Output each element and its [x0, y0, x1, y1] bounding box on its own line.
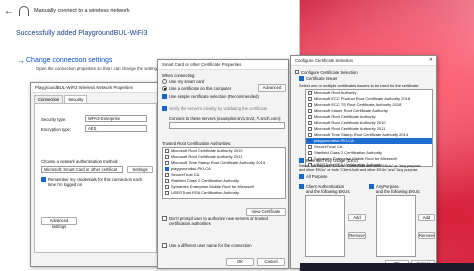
certificate-issuer-label: Certificate Issuer	[306, 76, 338, 81]
client-auth-eku-label: and the following EKUs:	[306, 189, 351, 194]
trusted-roots-label: Trusted Root Certification Authorities:	[162, 141, 232, 146]
change-settings-link[interactable]: Change connection settings	[26, 57, 112, 64]
list-item-checkbox[interactable]	[308, 103, 312, 107]
connect-servers-label: Connect to these servers (examples:srv1;…	[169, 116, 282, 121]
list-item-checkbox[interactable]	[308, 115, 312, 119]
extended-key-usage-checkbox[interactable]	[299, 158, 304, 163]
any-purpose-checkbox[interactable]	[369, 184, 374, 189]
dialog-title: Configure Certificate Selection	[291, 56, 436, 66]
dialog-title: PlaygroundBUL-WiFi3 Wireless Network Pro…	[31, 83, 159, 93]
list-item-checkbox[interactable]	[308, 97, 312, 101]
no-prompt-checkbox[interactable]	[162, 216, 167, 221]
different-user-checkbox[interactable]	[162, 243, 167, 248]
list-item-checkbox[interactable]	[308, 133, 312, 137]
section-title: Configure Certificate Selection	[301, 70, 358, 75]
use-certificate-label: Use a certificate on this computer	[169, 86, 232, 91]
remember-credentials-label-2: time I'm logged on	[48, 182, 83, 187]
extended-key-usage-label: Extended Key Usage (EKU)	[306, 158, 358, 163]
advanced-settings-button[interactable]: Advanced settings	[41, 217, 77, 229]
list-item-checkbox[interactable]	[165, 191, 169, 195]
use-smartcard-radio[interactable]	[162, 79, 167, 84]
wireless-properties-dialog: PlaygroundBUL-WiFi3 Wireless Network Pro…	[30, 82, 160, 267]
auth-method-select[interactable]: Microsoft: Smart Card or other certifica…	[41, 166, 123, 173]
taskbar	[300, 263, 474, 271]
list-item-checkbox[interactable]	[165, 173, 169, 177]
any-purpose-eku-list[interactable]	[376, 195, 416, 257]
list-item[interactable]: USERTrust RSA Certification Authority	[163, 190, 285, 196]
settings-button[interactable]: Settings	[127, 166, 153, 173]
client-eku-remove-button[interactable]: Remove	[348, 232, 366, 239]
wizard-heading: Successfully added PlaygroundBUL-WiFi3	[16, 30, 148, 37]
verify-identity-checkbox[interactable]	[162, 106, 167, 111]
issuer-description: Select one or multiple certificates issu…	[299, 83, 419, 88]
use-smartcard-label: Use my smart card	[169, 79, 205, 84]
wizard-titlebar: ← Manually connect to a wireless network	[0, 0, 299, 22]
all-purpose-label: All Purpose	[306, 174, 328, 179]
smartcard-properties-dialog: Smart Card or other Certificate Properti…	[157, 59, 289, 269]
eku-description-2: and other EKUs" or both "Client Auth and…	[299, 168, 418, 172]
certificate-issuer-checkbox[interactable]	[299, 76, 304, 81]
list-item-checkbox[interactable]	[165, 161, 169, 165]
ok-button[interactable]: OK	[226, 258, 254, 266]
list-item-checkbox[interactable]	[308, 145, 312, 149]
list-item-checkbox[interactable]	[308, 139, 312, 143]
list-item-checkbox[interactable]	[165, 155, 169, 159]
list-item-checkbox[interactable]	[165, 179, 169, 183]
dialog-title: Smart Card or other Certificate Properti…	[158, 60, 288, 70]
list-item-checkbox[interactable]	[308, 121, 312, 125]
no-prompt-label-2: certification authorities	[169, 221, 211, 226]
simple-selection-label: Use simple certificate selection (Recomm…	[169, 94, 259, 99]
client-auth-eku-list[interactable]	[305, 195, 345, 257]
configure-certificate-dialog: Configure Certificate Selection ✕ Config…	[290, 55, 437, 269]
security-type-select[interactable]: WPA3-Enterprise	[85, 115, 147, 122]
trusted-roots-list[interactable]: Microsoft Root Certificate Authority 201…	[162, 147, 286, 199]
list-item-checkbox[interactable]	[308, 109, 312, 113]
simple-selection-checkbox[interactable]	[162, 94, 167, 99]
view-certificate-button[interactable]: View Certificate	[246, 208, 286, 216]
list-item-checkbox[interactable]	[308, 151, 312, 155]
auth-method-label: Choose a network authentication method:	[41, 159, 119, 164]
verify-identity-label: Verify the server's identity by validati…	[169, 106, 268, 111]
any-eku-remove-button[interactable]: Remove	[418, 232, 435, 239]
wifi-icon	[19, 6, 29, 16]
security-type-label: Security type:	[41, 117, 67, 122]
remember-credentials-checkbox[interactable]	[41, 177, 46, 182]
encryption-type-label: Encryption type:	[41, 127, 72, 132]
use-certificate-radio[interactable]	[162, 86, 167, 91]
client-eku-add-button[interactable]: Add	[348, 214, 366, 221]
when-connecting-label: When connecting:	[162, 73, 196, 78]
section-icon	[295, 70, 299, 74]
list-item-label: USERTrust RSA Certification Authority	[171, 190, 240, 195]
advanced-button[interactable]: Advanced	[258, 84, 286, 92]
issuer-list[interactable]: Microsoft Root Authority Microsoft ECC Pr…	[305, 89, 433, 167]
security-tab-panel: Security type: WPA3-Enterprise Encryptio…	[34, 103, 157, 253]
servers-input[interactable]	[169, 122, 285, 129]
list-item-checkbox[interactable]	[308, 127, 312, 131]
list-item-checkbox[interactable]	[165, 167, 169, 171]
back-arrow-icon[interactable]: ←	[4, 6, 14, 17]
cancel-button[interactable]: Cancel	[257, 258, 285, 266]
list-item-checkbox[interactable]	[165, 149, 169, 153]
arrow-right-icon: →	[17, 56, 25, 65]
change-settings-description: Open the connection properties so that I…	[36, 66, 161, 71]
encryption-type-select[interactable]: AES	[85, 125, 147, 132]
list-item-checkbox[interactable]	[308, 91, 312, 95]
list-item-checkbox[interactable]	[165, 185, 169, 189]
close-icon[interactable]: ✕	[429, 57, 433, 63]
different-user-label: Use a different user name for the connec…	[169, 243, 252, 248]
any-purpose-eku-label: and the following EKUs:	[376, 189, 421, 194]
wizard-title: Manually connect to a wireless network	[34, 8, 130, 14]
client-auth-checkbox[interactable]	[299, 184, 304, 189]
all-purpose-checkbox[interactable]	[299, 174, 304, 179]
any-eku-add-button[interactable]: Add	[418, 214, 435, 221]
